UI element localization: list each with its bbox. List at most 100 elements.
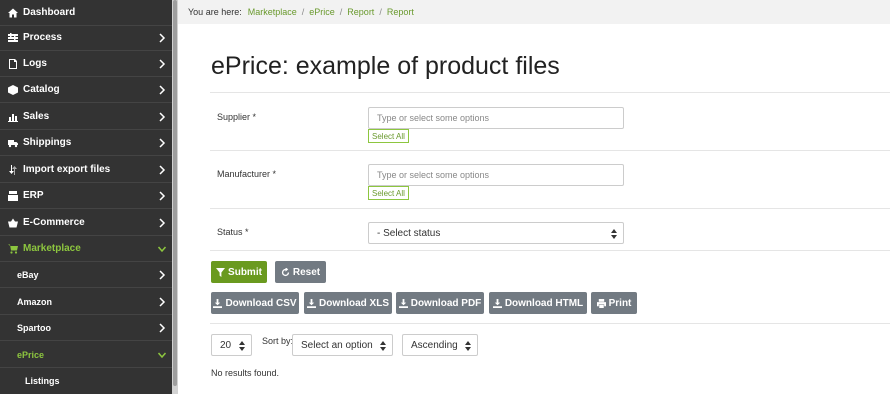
truck-icon — [7, 138, 19, 148]
select-all-label: Select All — [372, 188, 405, 198]
sidebar-item-process[interactable]: Process — [0, 25, 172, 51]
sidebar-item-sales[interactable]: Sales — [0, 104, 172, 130]
breadcrumb-prefix: You are here: — [188, 7, 242, 17]
divider — [210, 92, 890, 93]
breadcrumb-separator: / — [301, 7, 305, 17]
manufacturer-select-all-button[interactable]: Select All — [368, 186, 409, 200]
sidebar-item-catalog[interactable]: Catalog — [0, 77, 172, 103]
supplier-select[interactable]: Type or select some options — [368, 107, 624, 129]
sidebar-item-label: eBay — [17, 269, 39, 280]
sort-order-select[interactable]: Ascending — [402, 334, 478, 356]
sidebar-item-label: Sales — [23, 111, 50, 122]
download-icon — [398, 298, 408, 308]
download-pdf-button[interactable]: Download PDF — [396, 292, 484, 314]
sidebar-item-marketplace[interactable]: Marketplace — [0, 236, 172, 262]
sidebar-item-label: E-Commerce — [23, 217, 85, 228]
reset-label: Reset — [292, 266, 321, 278]
sidebar-item-label: Import export files — [23, 164, 111, 175]
sidebar-item-label: Catalog — [23, 84, 60, 95]
erp-icon — [7, 190, 19, 201]
download-icon — [213, 298, 223, 308]
sidebar-item-label: Dashboard — [23, 7, 76, 18]
chevron-down-icon — [157, 244, 167, 254]
download-html-button[interactable]: Download HTML — [489, 292, 587, 314]
print-button[interactable]: Print — [591, 292, 637, 314]
status-select[interactable]: - Select status — [368, 222, 624, 244]
manufacturer-placeholder: Type or select some options — [377, 170, 490, 180]
manufacturer-select[interactable]: Type or select some options — [368, 164, 624, 186]
sidebar-item-label: Shippings — [23, 137, 72, 148]
supplier-label: Supplier * — [217, 112, 257, 122]
chevron-right-icon — [158, 165, 166, 175]
sort-arrows-icon — [611, 229, 617, 239]
filter-icon — [216, 267, 226, 277]
process-icon — [7, 32, 19, 43]
sort-order-value: Ascending — [411, 339, 458, 351]
sidebar-item-label: Amazon — [17, 296, 53, 307]
page-title: ePrice: example of product files — [211, 52, 560, 80]
divider — [210, 208, 890, 209]
reset-button[interactable]: Reset — [275, 261, 326, 283]
sort-arrows-icon — [239, 341, 245, 351]
chevron-right-icon — [158, 138, 166, 148]
divider — [210, 150, 890, 151]
chevron-right-icon — [158, 85, 166, 95]
download-icon — [492, 298, 502, 308]
home-icon — [7, 8, 19, 18]
sidebar: Dashboard Process Logs Catalog Sales Shi… — [0, 0, 172, 394]
sidebar-item-logs[interactable]: Logs — [0, 51, 172, 77]
sidebar-item-dashboard[interactable]: Dashboard — [0, 0, 172, 26]
sidebar-subitem-amazon[interactable]: Amazon — [0, 289, 172, 315]
manufacturer-label: Manufacturer * — [217, 169, 277, 179]
sidebar-item-erp[interactable]: ERP — [0, 183, 172, 209]
chevron-down-icon — [157, 350, 167, 360]
page-size-select[interactable]: 20 — [211, 334, 252, 356]
print-icon — [596, 298, 606, 308]
download-pdf-label: Download PDF — [410, 297, 482, 309]
breadcrumb-link-report-current[interactable]: Report — [387, 7, 414, 17]
sort-field-select[interactable]: Select an option — [292, 334, 393, 356]
chevron-right-icon — [158, 112, 166, 122]
sidebar-item-label: Logs — [23, 58, 47, 69]
submit-label: Submit — [228, 266, 262, 278]
sort-by-label: Sort by: — [262, 336, 294, 346]
download-icon — [307, 298, 316, 308]
sort-field-value: Select an option — [301, 339, 373, 351]
chevron-right-icon — [158, 59, 166, 69]
divider — [210, 250, 890, 251]
sidebar-scrollbar-thumb[interactable] — [173, 0, 177, 386]
sidebar-subitem-listings[interactable]: Listings — [0, 368, 172, 394]
download-csv-label: Download CSV — [225, 297, 297, 309]
sidebar-item-label: Process — [23, 32, 62, 43]
breadcrumb-link-report[interactable]: Report — [347, 7, 374, 17]
refresh-icon — [281, 267, 289, 276]
basket-icon — [7, 218, 19, 228]
download-xls-button[interactable]: Download XLS — [304, 292, 392, 314]
download-xls-label: Download XLS — [319, 297, 389, 309]
sidebar-item-shippings[interactable]: Shippings — [0, 130, 172, 156]
submit-button[interactable]: Submit — [211, 261, 267, 283]
sidebar-subitem-spartoo[interactable]: Spartoo — [0, 315, 172, 341]
status-select-value: - Select status — [377, 227, 441, 239]
breadcrumb-separator: / — [379, 7, 382, 17]
sidebar-item-label: ERP — [23, 190, 44, 201]
supplier-select-all-button[interactable]: Select All — [368, 129, 409, 143]
breadcrumb-link-eprice[interactable]: ePrice — [309, 7, 335, 17]
sidebar-item-label: Listings — [25, 376, 60, 386]
sidebar-item-label: Marketplace — [23, 243, 81, 254]
sidebar-item-e-commerce[interactable]: E-Commerce — [0, 210, 172, 236]
sidebar-subitem-ebay[interactable]: eBay — [0, 262, 172, 288]
cart-icon — [7, 244, 19, 254]
download-csv-button[interactable]: Download CSV — [211, 292, 299, 314]
print-label: Print — [608, 297, 632, 309]
sidebar-item-import-export-files[interactable]: Import export files — [0, 157, 172, 183]
chevron-right-icon — [158, 323, 166, 333]
supplier-placeholder: Type or select some options — [377, 113, 490, 123]
page-size-value: 20 — [220, 339, 232, 351]
sort-arrows-icon — [380, 341, 386, 351]
breadcrumb-link-marketplace[interactable]: Marketplace — [248, 7, 297, 17]
select-all-label: Select All — [372, 131, 405, 141]
sidebar-subitem-eprice[interactable]: ePrice — [0, 342, 172, 368]
logs-icon — [7, 58, 19, 69]
status-label: Status * — [217, 227, 249, 237]
